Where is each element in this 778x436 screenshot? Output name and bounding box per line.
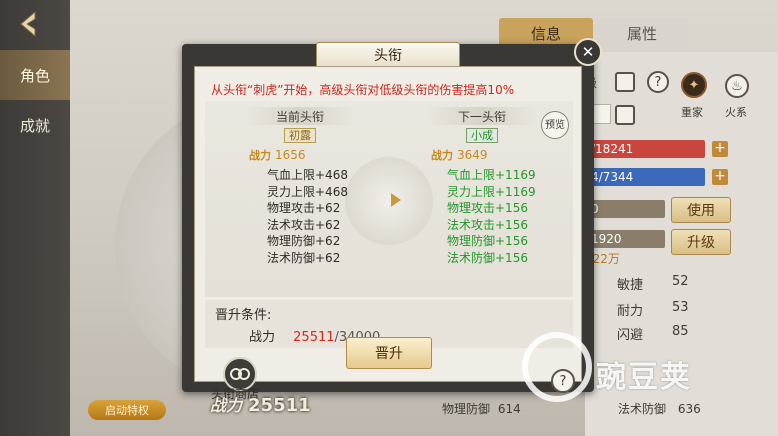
attr-item: 物理攻击+156 <box>447 201 528 216</box>
stat-dodge: 闪避 85 <box>617 324 689 343</box>
current-power-value: 1656 <box>275 148 306 162</box>
attr-item: 灵力上限+468 <box>267 184 348 199</box>
current-attr-list: 气血上限+468 灵力上限+468 物理攻击+62 法术攻击+62 物理防御+6… <box>267 167 348 267</box>
tab-character[interactable]: 角色 <box>0 50 70 100</box>
level-up-button[interactable]: 升级 <box>671 229 731 255</box>
edit-icon[interactable] <box>615 72 635 92</box>
promote-button[interactable]: 晋升 <box>346 337 432 369</box>
stat-stamina: 耐力 53 <box>617 300 689 319</box>
power-value: 25511 <box>248 395 311 416</box>
next-power: 战力 3649 <box>431 147 488 163</box>
attr-item: 法术攻击+156 <box>447 217 528 232</box>
back-button[interactable] <box>10 6 50 42</box>
stat-value: 52 <box>672 274 689 289</box>
condition-label: 战力 <box>249 330 276 345</box>
attr-item: 灵力上限+1169 <box>447 184 536 199</box>
stat-value: 53 <box>672 300 689 315</box>
attr-item: 物理防御+156 <box>447 234 528 249</box>
next-title-badge: 小成 <box>447 127 517 143</box>
stat-name: 法术防御 <box>618 402 667 416</box>
watermark-text: 豌豆荚 <box>596 360 692 395</box>
power-label: 战力 <box>210 396 243 415</box>
stat-value: 85 <box>672 324 689 339</box>
family-label: 重家 <box>681 106 703 119</box>
mp-bar: 4/7344 <box>585 168 705 186</box>
stat-name: 敏捷 <box>617 278 644 293</box>
title-comparison: 当前头衔 初露 战力 1656 气血上限+468 灵力上限+468 物理攻击+6… <box>205 101 573 297</box>
faction-label: 火系 <box>725 106 747 119</box>
edit-name-icon[interactable] <box>615 105 635 125</box>
notice-text: 从头衔“刺虎”开始，高级头衔对低级头衔的伤害提高10% <box>211 83 515 97</box>
use-button[interactable]: 使用 <box>671 197 731 223</box>
power-icon: 战力 <box>249 149 271 162</box>
attr-item: 气血上限+468 <box>267 168 348 182</box>
stat-name: 物理防御 <box>442 402 491 416</box>
preview-button[interactable]: 预览 <box>541 111 569 139</box>
title-dialog: 头衔 ✕ 从头衔“刺虎”开始，高级头衔对低级头衔的伤害提高10% 当前头衔 初露… <box>182 38 602 401</box>
mp-plus-button[interactable]: + <box>712 169 728 185</box>
magic-def-stat: 法术防御 636 <box>618 400 701 417</box>
stat-value: 614 <box>497 402 521 416</box>
attr-item: 法术防御+156 <box>447 250 528 265</box>
fire-element-icon: ♨ <box>725 74 749 98</box>
tab-attributes[interactable]: 属性 <box>595 18 689 48</box>
condition-current: 25511 <box>293 330 335 345</box>
current-power: 战力 1656 <box>249 147 306 163</box>
dialog-title: 头衔 <box>316 42 460 68</box>
watermark-logo <box>522 332 592 402</box>
phys-def-stat: 物理防御 614 <box>442 400 521 417</box>
attr-item: 物理攻击+62 <box>267 201 341 216</box>
stat-agility: 敏捷 52 <box>617 274 689 293</box>
stat-value: 636 <box>677 402 701 416</box>
exp-field: 0 <box>585 200 665 218</box>
arrow-right-icon <box>391 193 401 207</box>
stat-name: 闪避 <box>617 328 644 343</box>
power-icon: 战力 <box>431 149 453 162</box>
next-title-header: 下一头衔 <box>427 107 537 125</box>
emblem-decoration <box>345 157 433 245</box>
shop-icon <box>230 368 250 380</box>
close-button[interactable]: ✕ <box>574 38 602 66</box>
help-icon[interactable]: ? <box>647 71 669 93</box>
current-title-badge: 初露 <box>265 127 335 143</box>
back-arrow-icon <box>20 10 36 38</box>
exp2-field: 1920 <box>585 230 665 248</box>
next-attr-list: 气血上限+1169 灵力上限+1169 物理攻击+156 法术攻击+156 物理… <box>447 167 536 267</box>
left-nav: 角色 成就 <box>0 0 70 436</box>
hp-plus-button[interactable]: + <box>712 141 728 157</box>
next-title-name: 小成 <box>466 127 498 143</box>
current-title-name: 初露 <box>284 127 316 143</box>
condition-title: 晋升条件: <box>215 308 272 323</box>
next-power-value: 3649 <box>457 148 488 162</box>
family-icon[interactable]: ✦ <box>681 72 707 98</box>
boost-privilege-button[interactable]: 启动特权 <box>88 400 166 420</box>
tab-achievement[interactable]: 成就 <box>0 100 70 150</box>
stat-name: 耐力 <box>617 304 644 319</box>
attr-item: 物理防御+62 <box>267 234 341 249</box>
current-title-header: 当前头衔 <box>245 107 355 125</box>
dialog-body: 从头衔“刺虎”开始，高级头衔对低级头衔的伤害提高10% 当前头衔 初露 战力 1… <box>194 66 582 401</box>
attr-item: 气血上限+1169 <box>447 168 536 182</box>
total-power: 战力 25511 <box>210 392 311 416</box>
attr-item: 法术防御+62 <box>267 250 341 265</box>
hp-bar: /18241 <box>585 140 705 158</box>
attr-item: 法术攻击+62 <box>267 217 341 232</box>
